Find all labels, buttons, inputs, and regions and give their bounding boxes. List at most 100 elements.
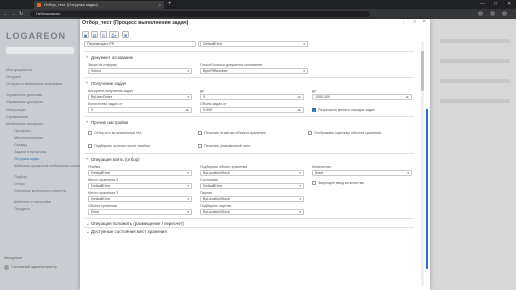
sidebar-item[interactable]: Процессы	[14, 129, 84, 133]
sidebar-item[interactable]: Подбор	[14, 175, 84, 179]
search-method-select[interactable]: ByerRffNumber ▾	[200, 68, 308, 74]
checkbox-other-3[interactable]	[308, 131, 312, 135]
volume-input[interactable]: 0.000 ◂▸	[200, 107, 304, 113]
pick-object-label: Подбирать объект хранения	[200, 165, 248, 169]
maximize-button[interactable]: □	[494, 0, 497, 9]
maximize-icon[interactable]: □	[413, 19, 416, 25]
forward-icon[interactable]: →	[11, 10, 16, 18]
background-row	[440, 59, 510, 63]
divider	[84, 116, 414, 117]
batch-select[interactable]: ByLocationStock ▾	[200, 196, 304, 202]
back-icon[interactable]: ←	[3, 10, 8, 18]
from-input[interactable]: 0 ◂▸	[200, 94, 304, 100]
sidebar-item[interactable]: Продукты	[14, 207, 84, 211]
sidebar-bottom-label[interactable]: Исходники	[4, 256, 22, 260]
close-icon[interactable]: ×	[422, 19, 426, 25]
pick-object-select[interactable]: ByLocationStock ▾	[200, 170, 304, 176]
checkbox-other-5[interactable]	[198, 144, 202, 148]
new-tab-button[interactable]: +	[168, 0, 172, 9]
browser-tab[interactable]: Отбор_тест (Отгрузка задач) ×	[34, 1, 164, 9]
sidebar-item[interactable]: Управление доступом	[6, 100, 76, 104]
count-input[interactable]: 2 ◂▸	[88, 107, 192, 113]
storage-object-select[interactable]: Enter ▾	[88, 209, 192, 215]
checkbox-other-4-label: Подбирать остатки после ошибки	[94, 144, 151, 148]
sidebar-item[interactable]: Задачи и процессы	[14, 150, 84, 154]
refresh-icon[interactable]: ↻	[100, 31, 107, 38]
quantity-select[interactable]: Enter ▾	[312, 170, 412, 176]
top-field-left[interactable]: Перемещать FR	[84, 41, 196, 47]
browser-tab-title: Отбор_тест (Отгрузка задач)	[44, 2, 98, 7]
save-close-icon[interactable]: ▤	[91, 31, 98, 38]
minimize-button[interactable]: —	[480, 0, 485, 9]
sidebar-item[interactable]: Мои документы	[6, 68, 76, 72]
section-take[interactable]: ^ Операция взять (отбор)	[86, 157, 140, 162]
checkbox-other-2[interactable]	[198, 131, 202, 135]
to-input[interactable]: 1000.000 ◂▸	[312, 94, 412, 100]
sidebar-item[interactable]: Шаблоны и настройки	[14, 200, 84, 204]
more-icon[interactable]: ⋮	[401, 19, 406, 25]
allow-reorder-checkbox[interactable]: ✓	[312, 108, 316, 113]
url-field[interactable]: Небезопасно	[30, 11, 370, 17]
dialog-content: Перемещать FR ☰ ☰ DefaultError▾ ^Докумен…	[80, 41, 430, 290]
cell-select[interactable]: DefaultError ▾	[88, 170, 192, 176]
sidebar-item[interactable]: Операции мобильного клиента	[14, 189, 84, 193]
section-states[interactable]: ⌄Доступные состояния мест хранения	[86, 229, 167, 235]
user-avatar[interactable]	[4, 265, 9, 270]
location2b-select[interactable]: DefaultError ▾	[88, 196, 192, 202]
sidebar-item[interactable]: Склады	[14, 143, 84, 147]
app-area: LOGAREON Мои документы Отгрузки Отгрузки…	[0, 19, 516, 290]
divider	[84, 218, 414, 219]
location2-select[interactable]: DefaultError ▾	[88, 183, 192, 189]
favicon-icon	[37, 3, 41, 7]
browser-tab-bar: Отбор_тест (Отгрузка задач) × + — □ ✕	[0, 0, 516, 9]
sidebar-search-input[interactable]	[6, 47, 74, 54]
user-name[interactable]: Системный администратор	[11, 265, 57, 269]
forbid-qty-checkbox[interactable]	[312, 181, 316, 185]
sidebar-item-active[interactable]: Отгрузка задач	[14, 157, 84, 161]
storage-object-label: Объект хранения	[88, 204, 117, 208]
sidebar-item[interactable]: Интеграции	[6, 108, 76, 112]
print-icon[interactable]: ⎙▾	[109, 31, 119, 38]
dialog-scrollbar[interactable]	[421, 41, 424, 286]
search-method-label: Способ поиска документа основания	[200, 63, 262, 67]
state-select[interactable]: DefaultError ▾	[200, 183, 304, 189]
section-other[interactable]: ^ Прочие настройки	[86, 120, 128, 125]
to-label: до	[312, 89, 317, 93]
order-select[interactable]: Select ▾	[88, 68, 192, 74]
cell-label: Ячейка	[88, 165, 101, 169]
process-dialog: Отбор_тест (Процесс выполнения задач) ⋮ …	[80, 19, 430, 290]
sidebar-item[interactable]: Справочники	[6, 115, 76, 119]
count-label: Количество задач от	[88, 102, 123, 106]
reload-icon[interactable]: ↻	[19, 10, 23, 18]
allow-reorder-label: Разрешено менять порядок задач	[318, 108, 375, 112]
forbid-qty-label: Запрещен ввод количества	[318, 181, 364, 185]
divider	[84, 227, 414, 228]
close-window-button[interactable]: ✕	[507, 0, 511, 9]
profile-icon[interactable]	[490, 11, 495, 16]
focus-indicator	[426, 109, 428, 269]
pick-batch-select[interactable]: ByLocationStock ▾	[200, 209, 304, 215]
scrollbar-thumb[interactable]	[421, 51, 424, 91]
section-doc-base[interactable]: ^ Документ основание	[86, 55, 133, 60]
save-icon[interactable]: ▣	[82, 31, 89, 38]
sidebar-item[interactable]: Местоположения	[14, 136, 84, 140]
algo-select[interactable]: ByUserOrder ▾	[88, 94, 192, 100]
sidebar-item[interactable]: Отбор	[14, 182, 84, 186]
sidebar-item[interactable]: Мобильные процессы	[6, 122, 76, 126]
sidebar-item[interactable]: Отгрузки в мобильных операциях	[6, 82, 76, 86]
extensions-icon[interactable]	[478, 11, 483, 16]
algo-label: Алгоритм получения задач	[88, 89, 133, 93]
order-label: Заказ на отгрузку	[88, 63, 118, 67]
sidebar-item[interactable]: Управление данными	[6, 93, 76, 97]
top-field-right[interactable]: DefaultError ▾	[200, 41, 308, 47]
close-tab-icon[interactable]: ×	[159, 1, 161, 9]
sidebar: LOGAREON Мои документы Отгрузки Отгрузки…	[0, 19, 83, 290]
sidebar-item[interactable]: Шаблоны процессов мобильного клиента	[14, 164, 84, 168]
sidebar-item[interactable]: Отгрузки	[6, 75, 76, 79]
section-receive[interactable]: ^ Получение задач	[86, 81, 126, 86]
menu-icon[interactable]	[502, 11, 507, 16]
checkbox-other-4[interactable]	[88, 144, 92, 148]
divider	[84, 153, 414, 154]
checkbox-other-1[interactable]	[88, 131, 92, 135]
delete-icon[interactable]: ✖	[122, 31, 129, 38]
